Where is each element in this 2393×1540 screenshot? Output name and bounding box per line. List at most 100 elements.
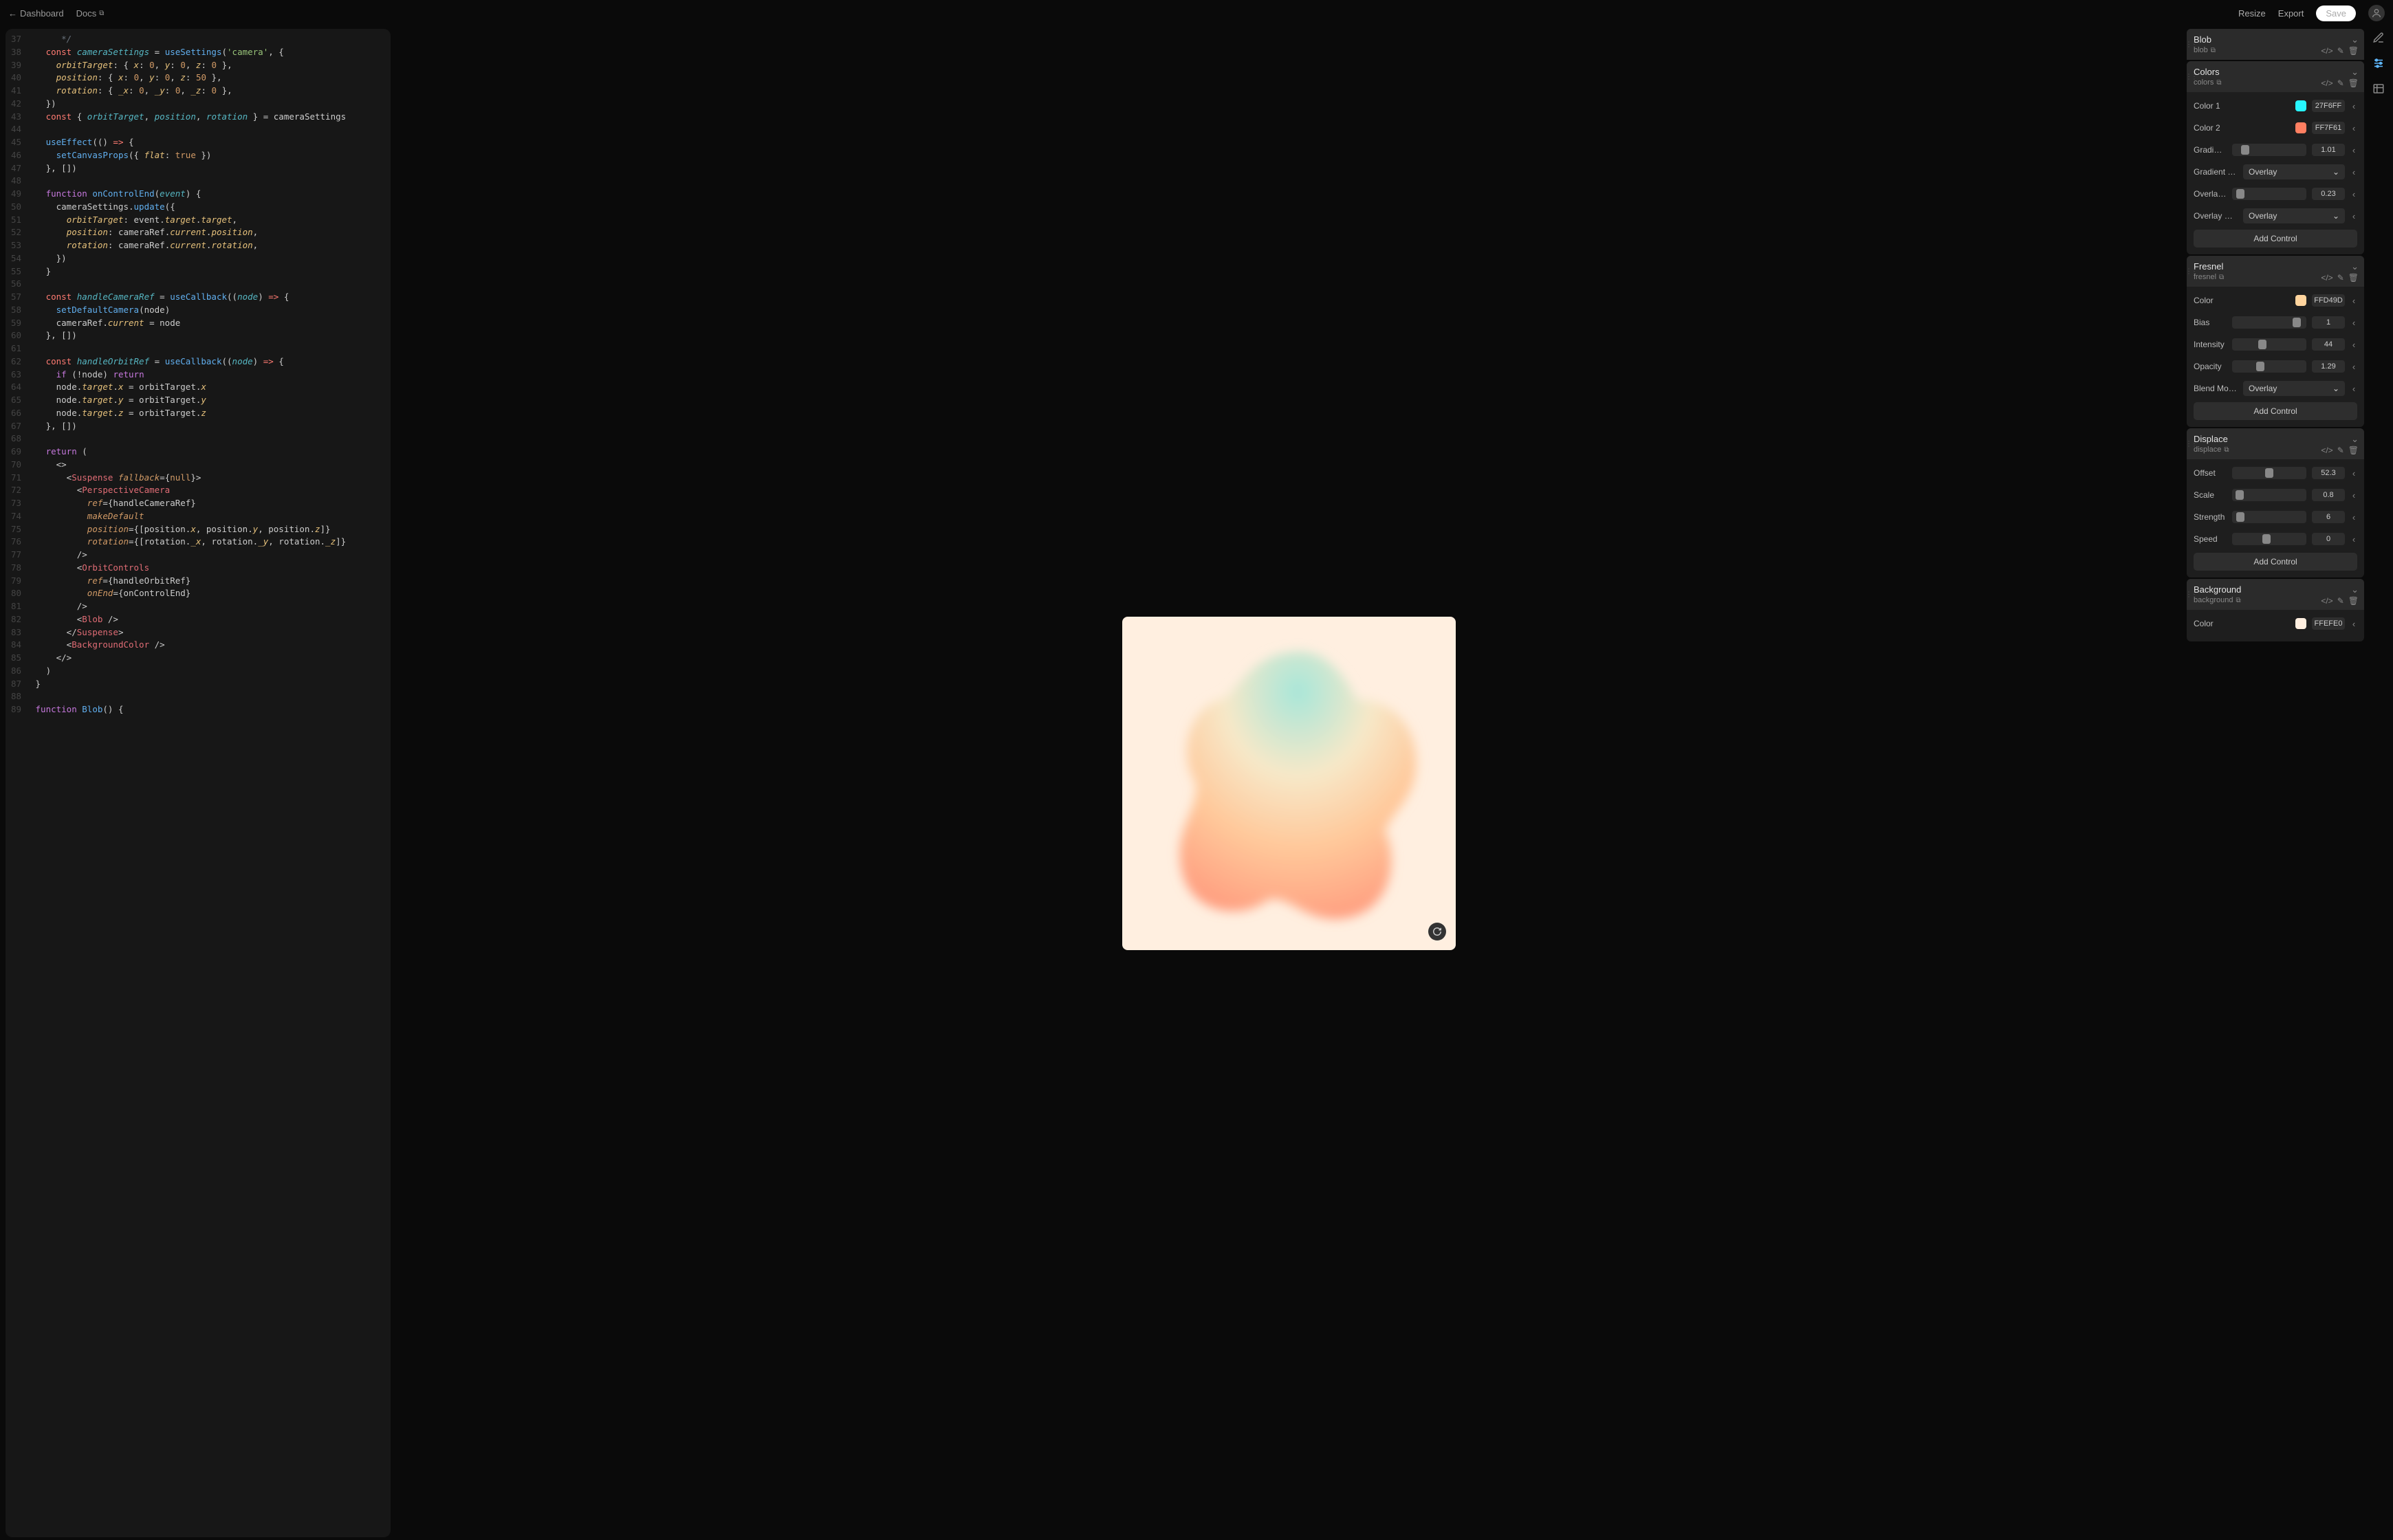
- slider[interactable]: [2232, 188, 2306, 200]
- chevron-left-icon[interactable]: ‹: [2350, 318, 2357, 328]
- code-icon[interactable]: </>: [2321, 46, 2332, 56]
- select[interactable]: Overlay⌄: [2243, 164, 2345, 179]
- refresh-button[interactable]: [1428, 923, 1446, 940]
- add-control-button[interactable]: Add Control: [2194, 553, 2357, 571]
- collapse-icon[interactable]: ⌄: [2351, 261, 2359, 272]
- chevron-left-icon[interactable]: ‹: [2350, 167, 2357, 177]
- chevron-left-icon[interactable]: ‹: [2350, 490, 2357, 500]
- color-value[interactable]: FF7F61: [2312, 122, 2345, 134]
- slider[interactable]: [2232, 489, 2306, 501]
- drag-handle-icon[interactable]: ⋮⋮: [2187, 440, 2196, 448]
- copy-icon[interactable]: ⧉: [2211, 47, 2216, 54]
- chevron-left-icon[interactable]: ‹: [2350, 384, 2357, 394]
- chevron-left-icon[interactable]: ‹: [2350, 296, 2357, 306]
- viewport: [391, 26, 2187, 1540]
- delete-icon[interactable]: 🗑: [2348, 46, 2359, 56]
- color-value[interactable]: FFD49D: [2312, 294, 2345, 307]
- docs-link[interactable]: Docs ⧉: [76, 8, 105, 19]
- slider-value[interactable]: 52.3: [2312, 467, 2345, 479]
- color-swatch[interactable]: [2295, 100, 2306, 111]
- chevron-left-icon[interactable]: ‹: [2350, 123, 2357, 133]
- slider-value[interactable]: 0.8: [2312, 489, 2345, 501]
- delete-icon[interactable]: 🗑: [2348, 78, 2359, 88]
- delete-icon[interactable]: 🗑: [2348, 446, 2359, 455]
- resize-button[interactable]: Resize: [2238, 8, 2266, 19]
- select[interactable]: Overlay⌄: [2243, 381, 2345, 396]
- slider-value[interactable]: 1.01: [2312, 144, 2345, 156]
- code-icon[interactable]: </>: [2321, 446, 2332, 455]
- row-offset: Offset52.3‹: [2194, 462, 2357, 484]
- collapse-icon[interactable]: ⌄: [2351, 34, 2359, 45]
- slider-value[interactable]: 44: [2312, 338, 2345, 351]
- drag-handle-icon[interactable]: ⋮⋮: [2187, 73, 2196, 80]
- slider[interactable]: [2232, 533, 2306, 545]
- export-button[interactable]: Export: [2278, 8, 2304, 19]
- slider-value[interactable]: 1.29: [2312, 360, 2345, 373]
- save-button[interactable]: Save: [2316, 6, 2356, 21]
- chevron-left-icon[interactable]: ‹: [2350, 145, 2357, 155]
- section-header-blob[interactable]: ⋮⋮ Blob blob ⧉ ⌄ </>✎🗑: [2187, 29, 2364, 60]
- delete-icon[interactable]: 🗑: [2348, 273, 2359, 283]
- row-opacity: Opacity1.29‹: [2194, 355, 2357, 377]
- collapse-icon[interactable]: ⌄: [2351, 584, 2359, 595]
- edit-icon[interactable]: ✎: [2337, 46, 2344, 56]
- chevron-left-icon[interactable]: ‹: [2350, 468, 2357, 478]
- chevron-left-icon[interactable]: ‹: [2350, 211, 2357, 221]
- slider[interactable]: [2232, 316, 2306, 329]
- delete-icon[interactable]: 🗑: [2348, 596, 2359, 606]
- add-control-button[interactable]: Add Control: [2194, 402, 2357, 420]
- select[interactable]: Overlay⌄: [2243, 208, 2345, 223]
- collapse-icon[interactable]: ⌄: [2351, 67, 2359, 78]
- table-tool-icon[interactable]: [2372, 82, 2385, 97]
- slider[interactable]: [2232, 338, 2306, 351]
- section-header-fresnel[interactable]: ⋮⋮ Fresnel fresnel ⧉ ⌄ </>✎🗑: [2187, 256, 2364, 287]
- chevron-left-icon[interactable]: ‹: [2350, 189, 2357, 199]
- chevron-down-icon: ⌄: [2332, 167, 2339, 177]
- slider[interactable]: [2232, 144, 2306, 156]
- edit-icon[interactable]: ✎: [2337, 78, 2344, 88]
- edit-tool-icon[interactable]: [2372, 32, 2385, 46]
- add-control-button[interactable]: Add Control: [2194, 230, 2357, 248]
- copy-icon[interactable]: ⧉: [2216, 79, 2221, 87]
- chevron-left-icon[interactable]: ‹: [2350, 534, 2357, 544]
- dashboard-link[interactable]: ←Dashboard: [8, 8, 64, 19]
- color-swatch[interactable]: [2295, 618, 2306, 629]
- chevron-left-icon[interactable]: ‹: [2350, 362, 2357, 372]
- edit-icon[interactable]: ✎: [2337, 446, 2344, 455]
- chevron-left-icon[interactable]: ‹: [2350, 101, 2357, 111]
- edit-icon[interactable]: ✎: [2337, 273, 2344, 283]
- color-value[interactable]: 27F6FF: [2312, 100, 2345, 112]
- edit-icon[interactable]: ✎: [2337, 596, 2344, 606]
- chevron-left-icon[interactable]: ‹: [2350, 340, 2357, 350]
- drag-handle-icon[interactable]: ⋮⋮: [2187, 267, 2196, 275]
- code-icon[interactable]: </>: [2321, 596, 2332, 606]
- color-swatch[interactable]: [2295, 122, 2306, 133]
- slider-value[interactable]: 1: [2312, 316, 2345, 329]
- section-header-background[interactable]: ⋮⋮ Background background ⧉ ⌄ </>✎🗑: [2187, 579, 2364, 610]
- slider-value[interactable]: 6: [2312, 511, 2345, 523]
- copy-icon[interactable]: ⧉: [2219, 274, 2224, 281]
- collapse-icon[interactable]: ⌄: [2351, 434, 2359, 445]
- drag-handle-icon[interactable]: ⋮⋮: [2187, 41, 2196, 48]
- code-icon[interactable]: </>: [2321, 78, 2332, 88]
- sliders-tool-icon[interactable]: [2372, 57, 2385, 72]
- row-speed: Speed0‹: [2194, 528, 2357, 550]
- slider-value[interactable]: 0: [2312, 533, 2345, 545]
- color-swatch[interactable]: [2295, 295, 2306, 306]
- copy-icon[interactable]: ⧉: [2236, 597, 2241, 604]
- avatar[interactable]: [2368, 5, 2385, 21]
- section-header-displace[interactable]: ⋮⋮ Displace displace ⧉ ⌄ </>✎🗑: [2187, 428, 2364, 459]
- slider[interactable]: [2232, 467, 2306, 479]
- code-editor[interactable]: 37 */38 const cameraSettings = useSettin…: [6, 29, 391, 1537]
- drag-handle-icon[interactable]: ⋮⋮: [2187, 591, 2196, 598]
- slider[interactable]: [2232, 511, 2306, 523]
- section-header-colors[interactable]: ⋮⋮ Colors colors ⧉ ⌄ </>✎🗑: [2187, 61, 2364, 92]
- copy-icon[interactable]: ⧉: [2224, 446, 2229, 454]
- slider-value[interactable]: 0.23: [2312, 188, 2345, 200]
- canvas[interactable]: [1122, 617, 1456, 950]
- slider[interactable]: [2232, 360, 2306, 373]
- code-icon[interactable]: </>: [2321, 273, 2332, 283]
- chevron-left-icon[interactable]: ‹: [2350, 512, 2357, 522]
- color-value[interactable]: FFEFE0: [2312, 617, 2345, 630]
- chevron-left-icon[interactable]: ‹: [2350, 619, 2357, 629]
